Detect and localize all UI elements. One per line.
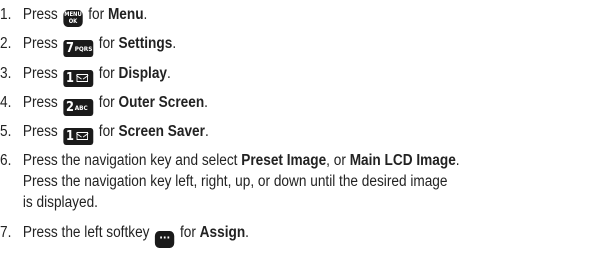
step-text: Press the navigation key left, right, up…: [22, 173, 448, 190]
key-1-icon: 1: [63, 70, 94, 87]
step-number: 4.: [0, 94, 12, 111]
step-text: Press: [22, 35, 58, 52]
step-text: Press: [22, 94, 58, 111]
settings-target: Settings: [118, 35, 173, 52]
key-7-icon: 7 PQRS: [63, 40, 94, 57]
step-text: Press the navigation key and select: [22, 152, 238, 169]
key-1-icon: 1: [63, 128, 94, 145]
preset-image-option: Preset Image: [241, 152, 327, 169]
key-2-icon: 2 ABC: [63, 99, 94, 116]
step-number: 5.: [0, 123, 12, 140]
outer-screen-target: Outer Screen: [118, 94, 205, 111]
step-text: Press the left softkey: [22, 224, 150, 241]
assign-target: Assign: [199, 224, 246, 241]
step-text: is displayed.: [22, 194, 98, 211]
step-number: 6.: [0, 152, 12, 169]
step-text: Press: [22, 123, 58, 140]
step-text: for: [98, 65, 115, 82]
main-lcd-image-option: Main LCD Image: [349, 152, 456, 169]
screen-saver-target: Screen Saver: [118, 123, 205, 140]
step-number: 1.: [0, 6, 12, 23]
envelope-icon: [76, 74, 88, 82]
step-number: 2.: [0, 35, 12, 52]
display-target: Display: [118, 65, 168, 82]
step-text: for: [88, 6, 105, 23]
envelope-icon: [76, 132, 88, 140]
menu-ok-key-icon: MENU OK: [63, 9, 83, 27]
step-text: for: [179, 224, 196, 241]
step-text: Press: [22, 65, 58, 82]
step-text: Press: [22, 6, 58, 23]
softkey-icon: ···: [155, 231, 175, 248]
menu-target: Menu: [107, 6, 144, 23]
step-text: for: [98, 94, 115, 111]
step-text: for: [98, 123, 115, 140]
step-text: for: [98, 35, 115, 52]
step-number: 3.: [0, 65, 12, 82]
step-number: 7.: [0, 224, 12, 241]
